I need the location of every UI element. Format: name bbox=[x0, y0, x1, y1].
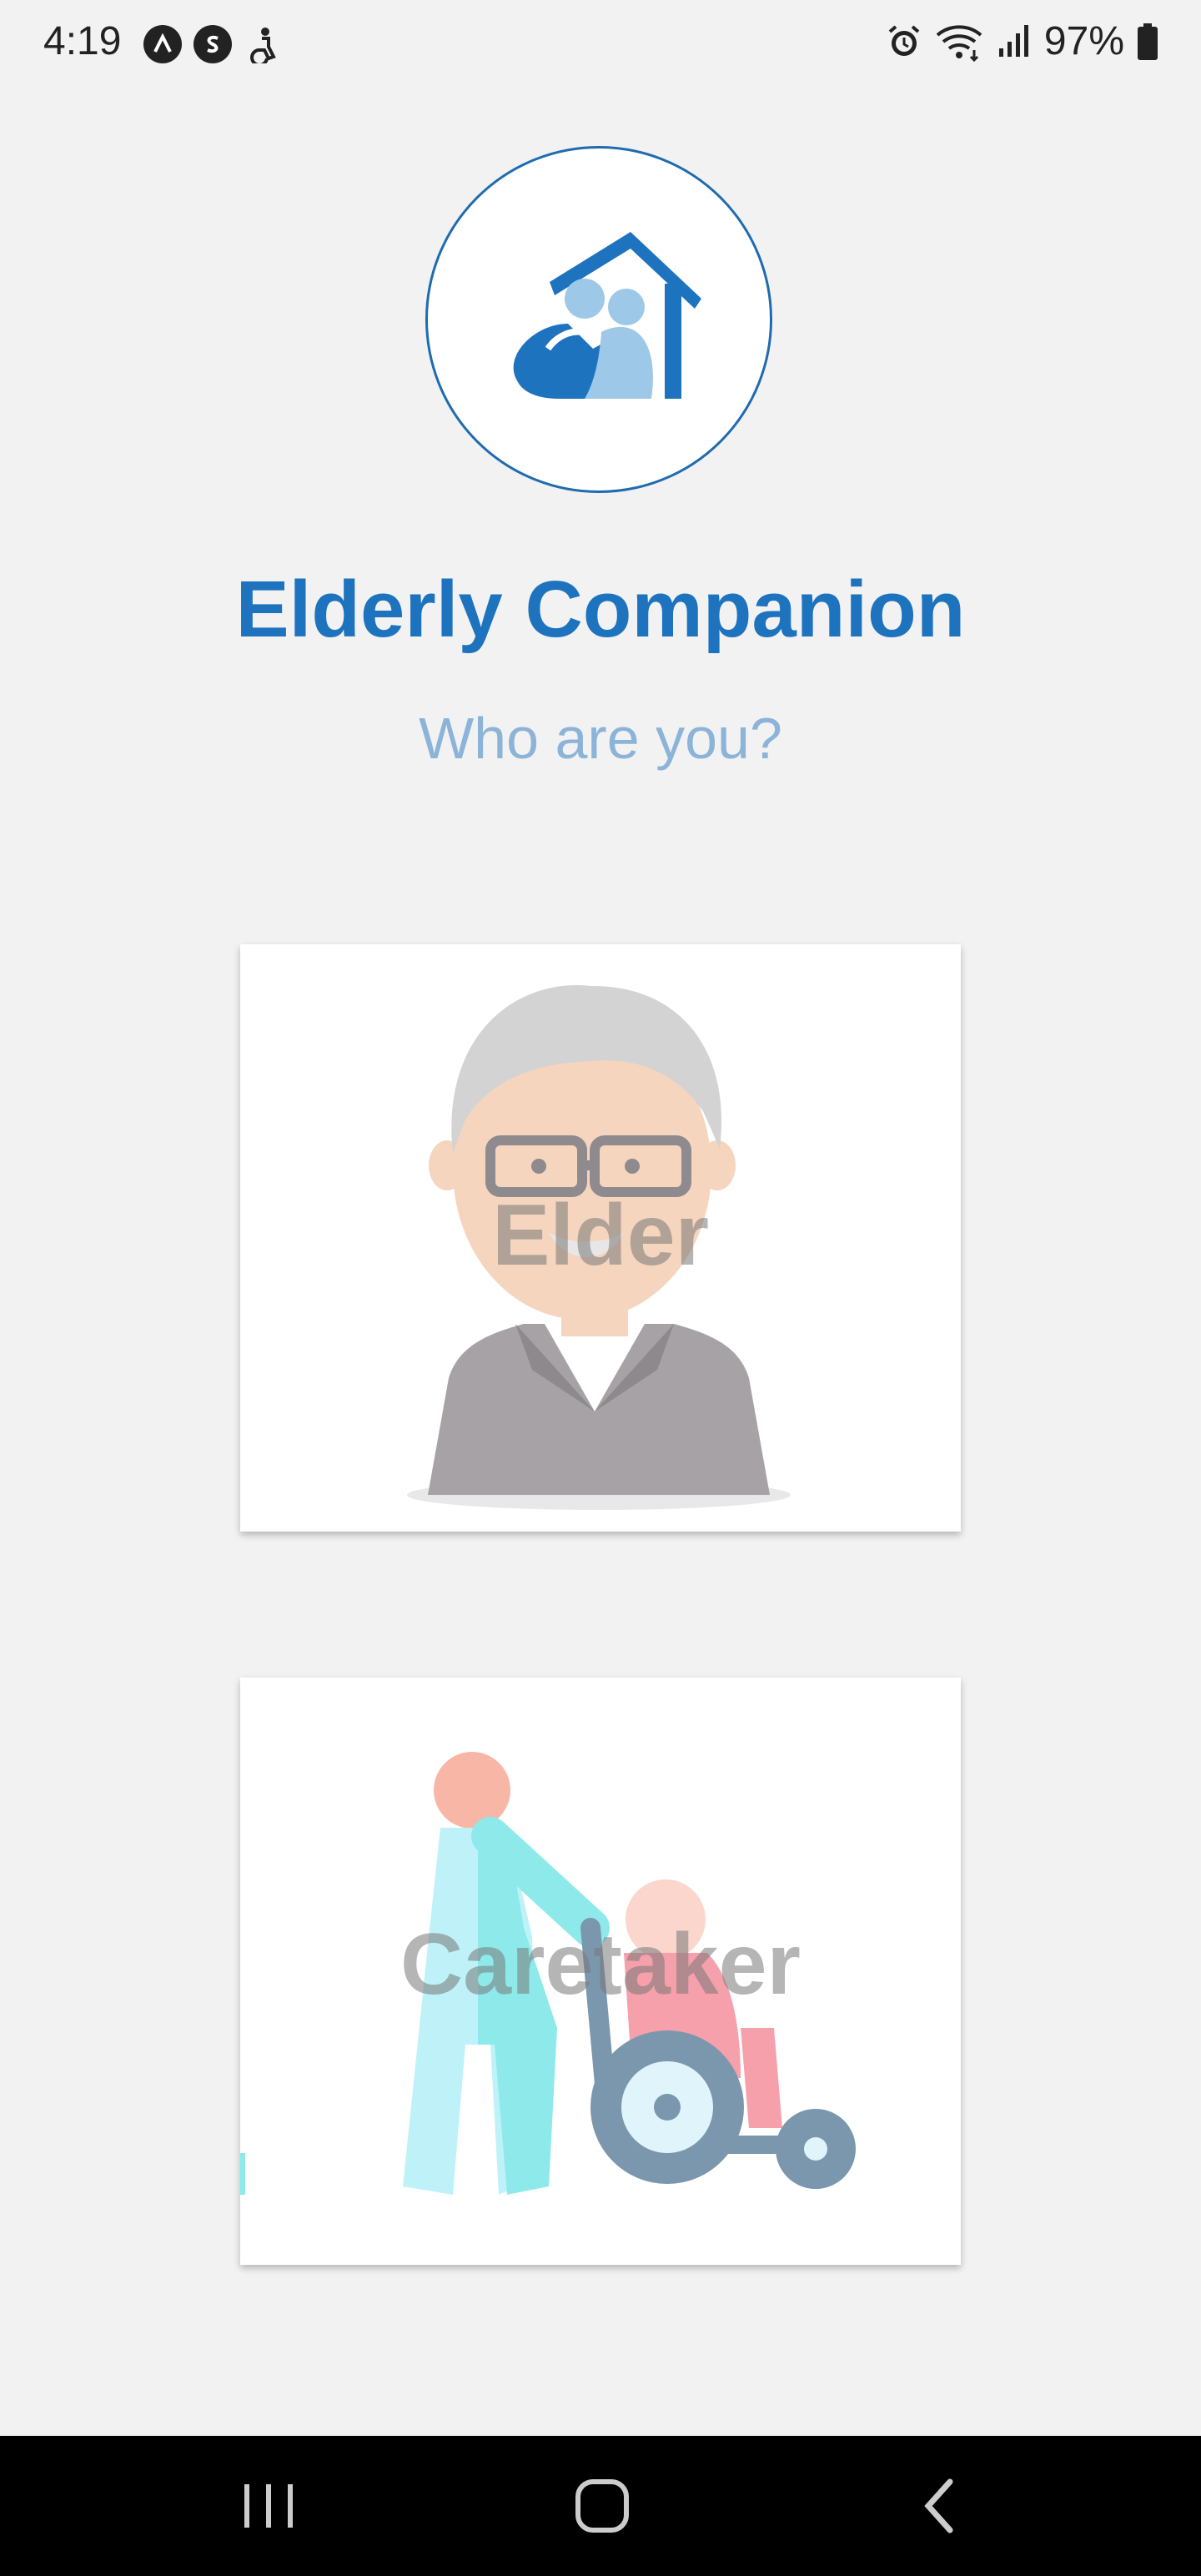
app-s-icon bbox=[193, 25, 232, 63]
elder-role-card[interactable]: Elder bbox=[240, 944, 961, 1532]
caretaker-role-card[interactable]: Caretaker bbox=[240, 1678, 961, 2265]
app-logo bbox=[425, 146, 772, 493]
app-title: Elderly Companion bbox=[235, 565, 966, 654]
home-icon bbox=[575, 2479, 629, 2533]
battery-icon bbox=[1138, 23, 1158, 60]
status-bar: 4:19 97% bbox=[0, 0, 1201, 87]
house-hug-icon bbox=[513, 232, 701, 399]
elder-role-label: Elder bbox=[491, 1187, 710, 1284]
status-time: 4:19 bbox=[43, 19, 122, 63]
back-icon bbox=[924, 2478, 953, 2533]
signal-icon bbox=[998, 24, 1028, 57]
accessibility-icon bbox=[244, 25, 282, 67]
recents-icon bbox=[244, 2484, 293, 2528]
caretaker-role-label: Caretaker bbox=[400, 1916, 801, 2013]
wifi-icon bbox=[936, 24, 982, 62]
app-a-icon bbox=[143, 25, 182, 63]
role-prompt: Who are you? bbox=[419, 706, 782, 771]
system-nav-bar bbox=[0, 2436, 1201, 2576]
alarm-icon bbox=[888, 24, 920, 56]
back-button[interactable] bbox=[889, 2461, 989, 2551]
recents-button[interactable] bbox=[219, 2461, 319, 2551]
battery-percentage: 97% bbox=[1043, 19, 1124, 63]
home-button[interactable] bbox=[552, 2461, 652, 2551]
